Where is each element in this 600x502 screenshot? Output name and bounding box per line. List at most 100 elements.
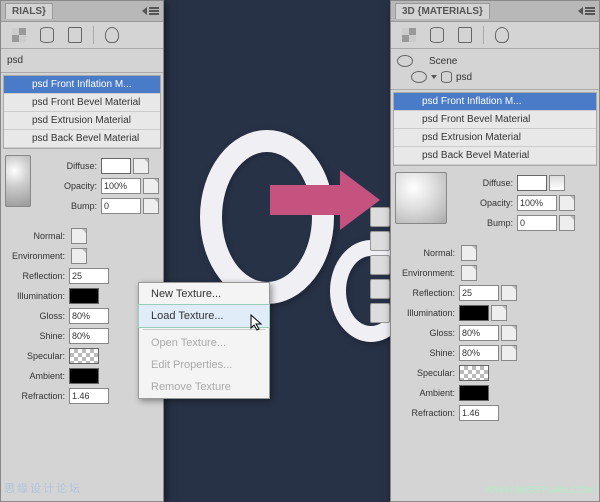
gloss-texture-button[interactable] (501, 325, 517, 341)
specular-swatch[interactable] (69, 348, 99, 364)
reflection-label: Reflection: (393, 288, 459, 298)
material-item[interactable]: psd Back Bevel Material (394, 147, 596, 165)
reflection-label: Reflection: (3, 271, 69, 281)
reflection-input[interactable]: 25 (69, 268, 109, 284)
scene-tree: Scene psd (391, 49, 599, 90)
bump-texture-button[interactable] (143, 198, 159, 214)
texture-context-menu: New Texture... Load Texture... Open Text… (138, 282, 270, 399)
menu-edit-properties: Edit Properties... (139, 354, 269, 376)
diffuse-texture-button[interactable] (133, 158, 149, 174)
illumination-label: Illumination: (393, 308, 459, 318)
ambient-swatch[interactable] (69, 368, 99, 384)
bump-label: Bump: (35, 201, 101, 211)
panel-3d-materials-left: RIALS} psd psd Front Inflation M... psd … (0, 0, 164, 502)
tool-sphere-icon[interactable] (370, 207, 390, 227)
normal-texture-button[interactable] (71, 228, 87, 244)
scene-root[interactable]: Scene (397, 53, 593, 69)
diffuse-swatch[interactable] (101, 158, 131, 174)
opacity-input[interactable]: 100% (101, 178, 141, 194)
normal-label: Normal: (393, 248, 459, 258)
diffuse-texture-button[interactable] (549, 175, 565, 191)
materials-list: psd Front Inflation M... psd Front Bevel… (393, 92, 597, 166)
illumination-swatch[interactable] (69, 288, 99, 304)
illumination-swatch[interactable] (459, 305, 489, 321)
reflection-input[interactable]: 25 (459, 285, 499, 301)
properties-section: Normal: Environment: Reflection:25 Illum… (391, 238, 599, 428)
filter-material-icon[interactable] (455, 25, 475, 45)
mouse-cursor-icon (250, 314, 264, 332)
filter-light-icon[interactable] (492, 25, 512, 45)
tool-spiral-icon[interactable] (370, 255, 390, 275)
environment-texture-button[interactable] (71, 248, 87, 264)
material-item[interactable]: psd Back Bevel Material (4, 130, 160, 148)
node-label: psd (456, 72, 472, 83)
panel-header: 3D {MATERIALS} (391, 1, 599, 22)
specular-label: Specular: (393, 368, 459, 378)
material-item[interactable]: psd Front Bevel Material (394, 111, 596, 129)
environment-texture-button[interactable] (461, 265, 477, 281)
expand-icon[interactable] (431, 75, 437, 79)
opacity-label: Opacity: (451, 198, 517, 208)
gloss-label: Gloss: (3, 311, 69, 321)
watermark-url: WWW.MISSYUAN.COM (485, 485, 594, 496)
watermark-text: 思缘设计论坛 (4, 480, 82, 496)
menu-new-texture[interactable]: New Texture... (139, 283, 269, 305)
panel-menu-button[interactable] (142, 7, 159, 15)
illumination-texture-button[interactable] (491, 305, 507, 321)
filter-light-icon[interactable] (102, 25, 122, 45)
tool-arc-icon[interactable] (370, 303, 390, 323)
shine-input[interactable]: 80% (459, 345, 499, 361)
reflection-texture-button[interactable] (501, 285, 517, 301)
panel-tab[interactable]: RIALS} (5, 3, 53, 19)
filter-scene-icon[interactable] (9, 25, 29, 45)
material-item[interactable]: psd Extrusion Material (4, 112, 160, 130)
tool-drop-icon[interactable] (370, 279, 390, 299)
panel-menu-button[interactable] (578, 7, 595, 15)
ambient-label: Ambient: (3, 371, 69, 381)
visibility-eye-icon[interactable] (397, 55, 413, 67)
diffuse-swatch[interactable] (517, 175, 547, 191)
refraction-label: Refraction: (3, 391, 69, 401)
environment-label: Environment: (3, 251, 69, 261)
shine-input[interactable]: 80% (69, 328, 109, 344)
refraction-input[interactable]: 1.46 (459, 405, 499, 421)
gloss-input[interactable]: 80% (459, 325, 499, 341)
bump-label: Bump: (451, 218, 517, 228)
filter-mesh-icon[interactable] (37, 25, 57, 45)
panel-toolbar (391, 22, 599, 49)
tool-grid-icon[interactable] (370, 231, 390, 251)
panel-tab[interactable]: 3D {MATERIALS} (395, 3, 490, 19)
illumination-label: Illumination: (3, 291, 69, 301)
material-item[interactable]: psd Front Inflation M... (394, 93, 596, 111)
tutorial-arrow (270, 170, 380, 230)
bump-input[interactable]: 0 (517, 215, 557, 231)
filter-scene-icon[interactable] (399, 25, 419, 45)
material-item[interactable]: psd Front Bevel Material (4, 94, 160, 112)
opacity-texture-button[interactable] (143, 178, 159, 194)
specular-swatch[interactable] (459, 365, 489, 381)
layer-psd[interactable]: psd (7, 53, 157, 68)
filter-material-icon[interactable] (65, 25, 85, 45)
panel-header: RIALS} (1, 1, 163, 22)
shine-texture-button[interactable] (501, 345, 517, 361)
shine-label: Shine: (393, 348, 459, 358)
bump-input[interactable]: 0 (101, 198, 141, 214)
normal-label: Normal: (3, 231, 69, 241)
material-item[interactable]: psd Front Inflation M... (4, 76, 160, 94)
material-sphere-preview[interactable] (5, 155, 31, 207)
bump-texture-button[interactable] (559, 215, 575, 231)
filter-mesh-icon[interactable] (427, 25, 447, 45)
ambient-swatch[interactable] (459, 385, 489, 401)
menu-open-texture: Open Texture... (139, 332, 269, 354)
refraction-input[interactable]: 1.46 (69, 388, 109, 404)
normal-texture-button[interactable] (461, 245, 477, 261)
material-item[interactable]: psd Extrusion Material (394, 129, 596, 147)
visibility-eye-icon[interactable] (411, 71, 427, 83)
opacity-input[interactable]: 100% (517, 195, 557, 211)
opacity-texture-button[interactable] (559, 195, 575, 211)
menu-remove-texture: Remove Texture (139, 376, 269, 398)
gloss-input[interactable]: 80% (69, 308, 109, 324)
material-sphere-preview[interactable] (395, 172, 447, 224)
environment-label: Environment: (393, 268, 459, 278)
scene-psd-node[interactable]: psd (397, 69, 593, 85)
